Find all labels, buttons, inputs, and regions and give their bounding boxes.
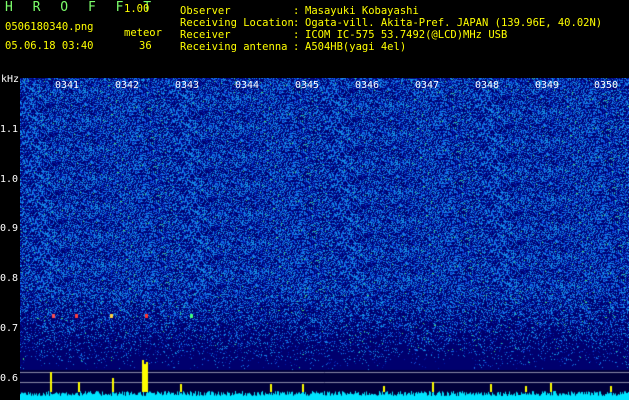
frequency-label: 1.1	[0, 124, 19, 135]
time-tick-label: 0341	[55, 80, 80, 91]
frequency-label: 0.7	[0, 323, 19, 334]
capture-datetime: 05.06.18 03:40	[5, 40, 94, 52]
time-tick-label: 0348	[475, 80, 500, 91]
meteor-count: 36	[139, 40, 152, 52]
frequency-label: 1.0	[0, 174, 19, 185]
receiver-value: ICOM IC-575 53.7492(@LCD)MHz USB	[305, 29, 508, 41]
antenna-separator: :	[293, 41, 300, 53]
app-version: 1.00	[124, 3, 150, 15]
location-label: Receiving Location	[180, 17, 294, 29]
image-filename: 0506180340.png	[5, 21, 94, 33]
header-panel: H R O F F T 1.00 0506180340.png 05.06.18…	[0, 0, 629, 68]
frequency-label: 0.8	[0, 273, 19, 284]
frequency-axis: kHz 1.1 1.0 0.9 0.8 0.7 0.6	[0, 68, 20, 400]
receiver-label: Receiver	[180, 29, 231, 41]
meteor-label: meteor	[124, 27, 162, 39]
time-tick-label: 0344	[235, 80, 260, 91]
observer-label: Observer	[180, 5, 231, 17]
spectrogram-plot	[20, 78, 629, 400]
observer-separator: :	[293, 5, 300, 17]
location-separator: :	[293, 17, 300, 29]
time-tick-label: 0346	[355, 80, 380, 91]
frequency-label: 0.9	[0, 223, 19, 234]
time-tick-label: 0345	[295, 80, 320, 91]
frequency-label: 0.6	[0, 373, 19, 384]
time-tick-label: 0350	[594, 80, 619, 91]
antenna-value: A504HB(yagi 4el)	[305, 41, 407, 53]
time-tick-label: 0347	[415, 80, 440, 91]
time-tick-label: 0342	[115, 80, 140, 91]
time-tick-label: 0343	[175, 80, 200, 91]
antenna-label: Receiving antenna	[180, 41, 288, 53]
frequency-unit: kHz	[1, 74, 20, 85]
location-value: Ogata-vill. Akita-Pref. JAPAN (139.96E, …	[305, 17, 603, 29]
observer-value: Masayuki Kobayashi	[305, 5, 419, 17]
receiver-separator: :	[293, 29, 300, 41]
time-tick-label: 0349	[535, 80, 560, 91]
